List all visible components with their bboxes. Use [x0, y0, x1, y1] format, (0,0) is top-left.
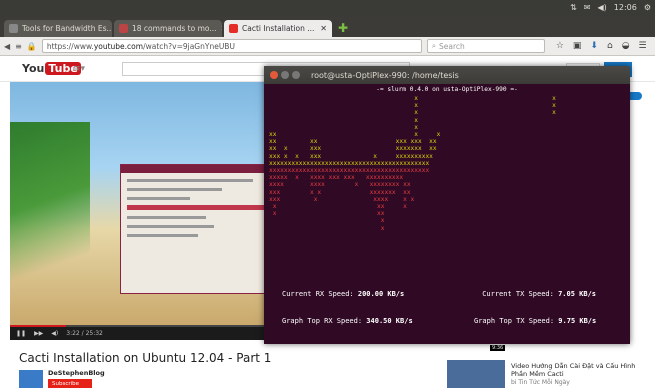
- new-tab-icon[interactable]: ✚: [338, 21, 348, 35]
- url-path: /watch?v=9jaGnYneUBU: [143, 41, 235, 51]
- subscribe-label: Subscribe: [52, 380, 80, 387]
- tab-cacti[interactable]: Cacti Installation ... ✕: [224, 20, 332, 37]
- url-prefix: https://www.: [46, 41, 94, 51]
- search-input[interactable]: ⌕ Search: [426, 39, 545, 53]
- terminal-window[interactable]: root@usta-OptiPlex-990: /home/tesis -= s…: [264, 66, 630, 344]
- navigation-bar: ◀ ≡ 🔒 https://www. youtube.com/watch?v=9j…: [0, 37, 655, 56]
- slurm-header: -= slurm 0.4.0 on usta-OptiPlex-990 =-: [376, 86, 518, 93]
- youtube-favicon-icon: [229, 24, 238, 33]
- tx-top-label: Graph Top TX Speed:: [474, 317, 555, 325]
- url-host: youtube.com: [93, 41, 144, 51]
- keyboard-icon[interactable]: ⇅: [570, 3, 577, 12]
- system-tray: ⇅ ✉ ◀) 12:06 ⚙: [570, 3, 651, 12]
- tab-commands[interactable]: 18 commands to mo... ✕: [114, 20, 222, 37]
- gear-icon[interactable]: ⚙: [644, 3, 651, 12]
- pocket-icon[interactable]: ◒: [622, 41, 630, 51]
- hamburger-icon[interactable]: ☰: [639, 41, 647, 51]
- favicon-icon: [9, 24, 18, 33]
- subscribe-button[interactable]: Subscribe: [48, 379, 92, 388]
- minimize-icon[interactable]: [281, 71, 289, 79]
- volume-icon[interactable]: ◀): [51, 330, 58, 337]
- guide-icon[interactable]: ≡▾: [73, 64, 85, 74]
- favicon-icon: [119, 24, 128, 33]
- youtube-logo[interactable]: You Tube: [22, 62, 81, 75]
- star-icon[interactable]: ☆: [556, 41, 564, 51]
- os-top-panel: ⇅ ✉ ◀) 12:06 ⚙: [0, 0, 655, 17]
- lock-icon: 🔒: [26, 41, 37, 51]
- terminal-titlebar[interactable]: root@usta-OptiPlex-990: /home/tesis: [264, 66, 630, 84]
- channel-name[interactable]: DeStephenBlog: [48, 369, 105, 377]
- tx-top-value: 9.75 KB/s: [558, 317, 597, 325]
- search-icon: ⌕: [431, 41, 437, 50]
- recommended-duration: 9:36: [490, 345, 506, 351]
- volume-icon[interactable]: ◀): [597, 3, 606, 12]
- recommended-meta: bi Tin Tức Mỗi Ngày: [511, 379, 570, 386]
- close-icon[interactable]: ✕: [220, 24, 222, 33]
- download-icon[interactable]: ⬇: [590, 41, 598, 51]
- url-bar[interactable]: https://www. youtube.com/watch?v=9jaGnYne…: [41, 39, 422, 53]
- recommended-thumbnail[interactable]: [447, 360, 505, 388]
- wallpaper-palm: [10, 122, 90, 322]
- logo-you: You: [22, 62, 45, 75]
- rx-speed-label: Current RX Speed:: [282, 290, 354, 298]
- tab-label: Cacti Installation ...: [242, 24, 315, 33]
- tab-label: 18 commands to mo...: [132, 24, 217, 33]
- browser-tab-strip: Tools for Bandwidth Es... ✕ 18 commands …: [0, 17, 655, 37]
- terminal-title: root@usta-OptiPlex-990: /home/tesis: [311, 70, 459, 80]
- close-icon[interactable]: [270, 71, 278, 79]
- mail-icon[interactable]: ✉: [584, 3, 591, 12]
- close-icon[interactable]: ✕: [320, 24, 327, 33]
- tx-stats: Current TX Speed: 7.05 KB/s Graph Top TX…: [474, 272, 596, 344]
- rx-top-value: 340.50 KB/s: [366, 317, 413, 325]
- video-time: 3:22 / 25:32: [66, 330, 103, 337]
- video-title: Cacti Installation on Ubuntu 12.04 - Par…: [19, 351, 272, 365]
- clock[interactable]: 12:06: [614, 3, 637, 12]
- slurm-graph: x x x x x x x x xx x x xx xx xxx xxx xx …: [269, 95, 556, 232]
- search-placeholder: Search: [439, 41, 465, 51]
- rx-stats: Current RX Speed: 200.00 KB/s Graph Top …: [282, 272, 413, 344]
- tab-bandwidth[interactable]: Tools for Bandwidth Es... ✕: [4, 20, 112, 37]
- installer-dialog-image: [120, 164, 280, 294]
- recommended-title[interactable]: Video Hướng Dẫn Cài Đặt và Cấu Hình Phần…: [511, 362, 651, 378]
- tx-speed-value: 7.05 KB/s: [558, 290, 596, 298]
- home-icon[interactable]: ⌂: [607, 41, 613, 51]
- clipboard-icon[interactable]: ▣: [573, 41, 582, 51]
- rx-speed-value: 200.00 KB/s: [357, 290, 405, 298]
- toolbar-icons: ☆ ▣ ⬇ ⌂ ◒ ☰: [556, 41, 647, 51]
- next-icon[interactable]: ▶▶: [34, 330, 43, 337]
- tab-label: Tools for Bandwidth Es...: [22, 24, 112, 33]
- tx-speed-label: Current TX Speed:: [482, 290, 554, 298]
- menu-icon[interactable]: ≡: [15, 42, 22, 51]
- maximize-icon[interactable]: [292, 71, 300, 79]
- back-icon[interactable]: ◀: [4, 42, 10, 51]
- rx-top-label: Graph Top RX Speed:: [282, 317, 363, 325]
- pause-icon[interactable]: ❚❚: [16, 330, 26, 337]
- terminal-body[interactable]: -= slurm 0.4.0 on usta-OptiPlex-990 =- x…: [264, 84, 630, 344]
- channel-avatar[interactable]: [19, 370, 43, 388]
